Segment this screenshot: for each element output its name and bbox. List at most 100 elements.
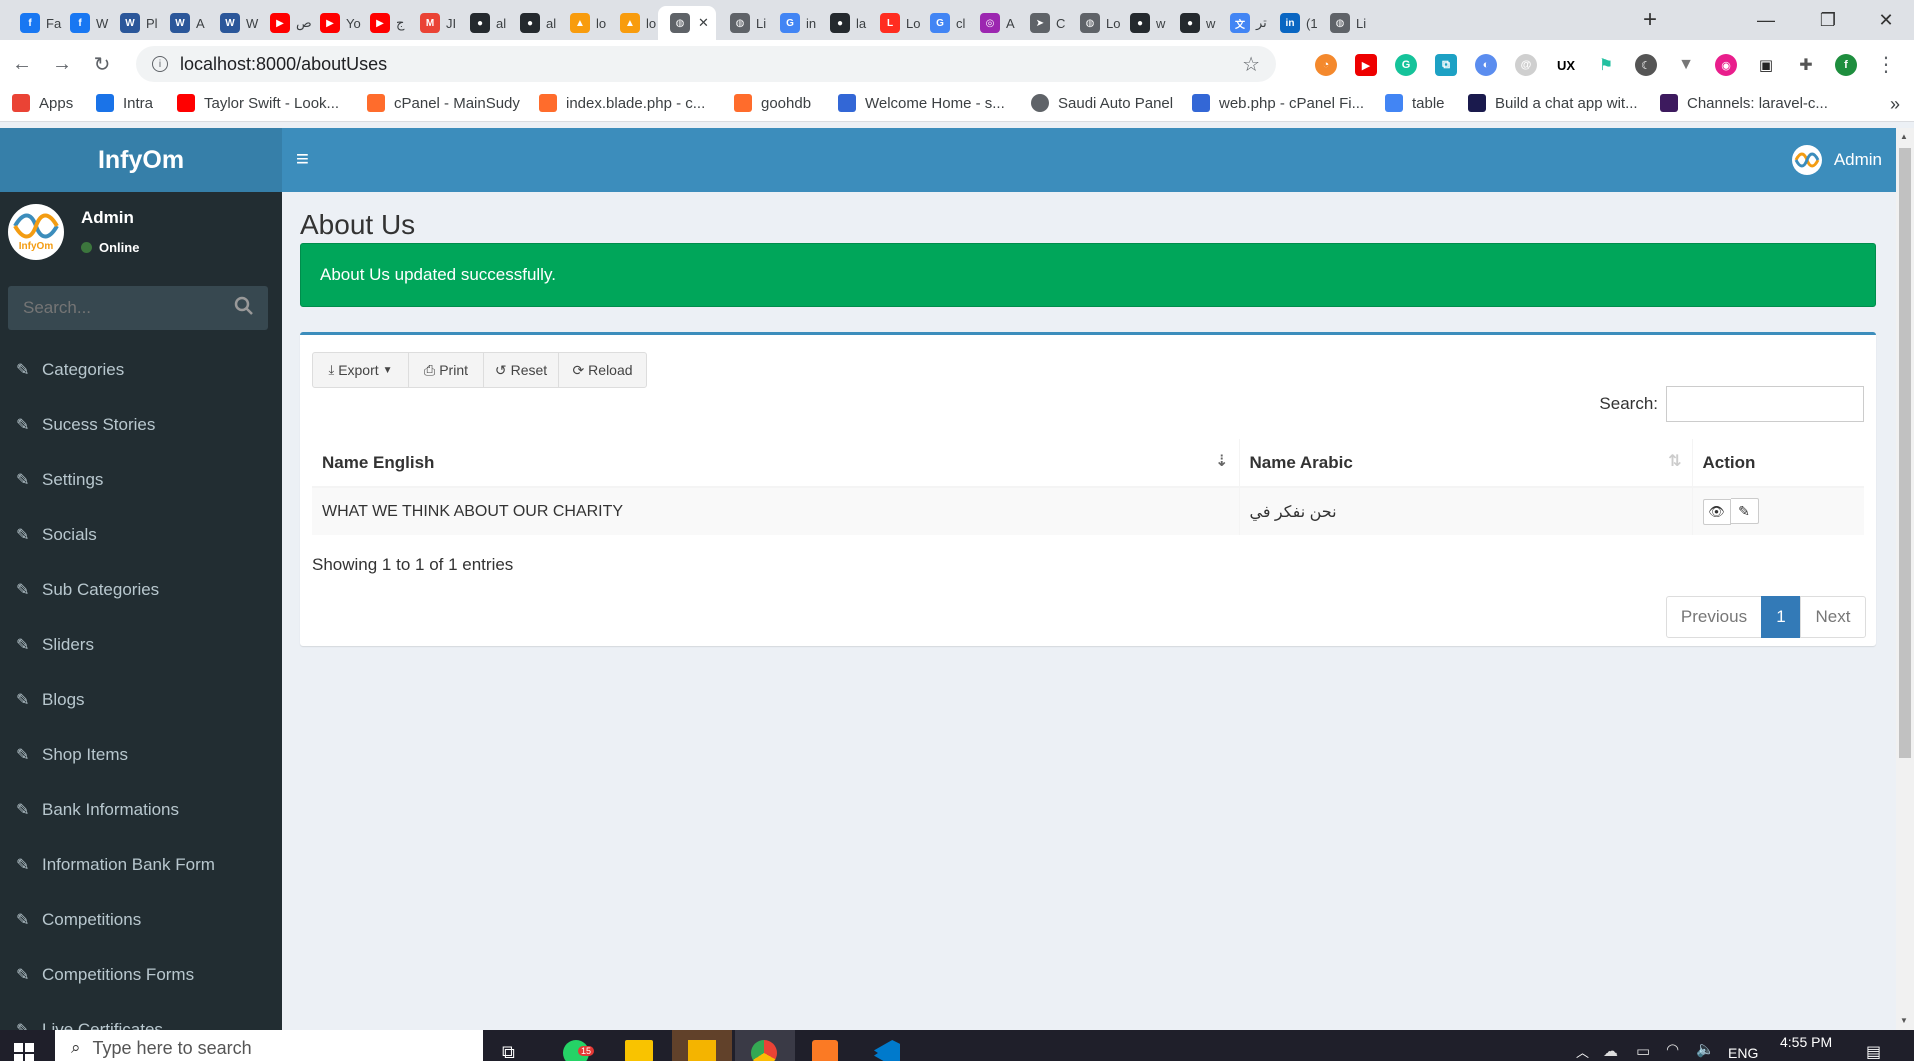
pip-icon[interactable]: ▣ [1755, 54, 1777, 76]
bookmark-item[interactable]: Taylor Swift - Look... [177, 94, 339, 112]
browser-tab[interactable]: f Fa [8, 6, 61, 40]
browser-tab[interactable]: ● w [1118, 6, 1168, 40]
extension-icon[interactable]: ◔ [1315, 54, 1337, 76]
browser-tab[interactable]: M JI [408, 6, 458, 40]
scroll-down-icon[interactable]: ▼ [1900, 1016, 1908, 1025]
sidebar-item-bank-informations[interactable]: ✎ Bank Informations [16, 795, 179, 825]
browser-tab[interactable]: Gcl [918, 6, 968, 40]
column-header-name-english[interactable]: Name English ⇣ [312, 439, 1239, 487]
reset-button[interactable]: ↺ Reset [483, 352, 559, 388]
bookmark-item[interactable]: Intra [96, 94, 153, 112]
page-scrollbar[interactable]: ▲ ▼ [1896, 128, 1914, 1030]
notifications-icon[interactable]: ▤ [1866, 1042, 1881, 1061]
extension-icon[interactable]: ◉ [1715, 54, 1737, 76]
vue-devtools-icon[interactable]: ▼ [1675, 54, 1697, 76]
cloud-icon[interactable]: ☁ [1603, 1042, 1618, 1060]
browser-tab[interactable]: ● la [818, 6, 868, 40]
xampp-icon[interactable] [812, 1040, 838, 1061]
wifi-icon[interactable]: ◠ [1666, 1040, 1679, 1058]
print-button[interactable]: ⎙ Print [408, 352, 484, 388]
scroll-up-icon[interactable]: ▲ [1900, 132, 1908, 141]
extension-icon[interactable]: ⚑ [1595, 54, 1617, 76]
bookmark-item[interactable]: Channels: laravel-c... [1660, 94, 1828, 112]
close-window-icon[interactable]: ✕ [1856, 0, 1914, 40]
sidebar-item-sucess-stories[interactable]: ✎ Sucess Stories [16, 410, 155, 440]
sidebar-item-shop-items[interactable]: ✎ Shop Items [16, 740, 128, 770]
extensions-puzzle-icon[interactable]: ✚ [1795, 54, 1817, 76]
dark-mode-icon[interactable]: ☾ [1635, 54, 1657, 76]
browser-tab[interactable]: ▶ ص [258, 6, 312, 40]
pagination-previous[interactable]: Previous [1666, 596, 1762, 638]
browser-tab[interactable]: 文 تر [1218, 6, 1268, 40]
browser-tab[interactable]: in (1 [1268, 6, 1318, 40]
browser-tab[interactable]: Gin [768, 6, 818, 40]
browser-tab[interactable]: ● al [458, 6, 508, 40]
sidebar-item-socials[interactable]: ✎ Socials [16, 520, 97, 550]
browser-tab[interactable]: ▲ lo [608, 6, 658, 40]
browser-tab[interactable]: fW [58, 6, 108, 40]
browser-tab[interactable]: ◍ Li [718, 6, 768, 40]
bookmark-item[interactable]: cPanel - MainSudy [367, 94, 520, 112]
sidebar-item-settings[interactable]: ✎ Settings [16, 465, 103, 495]
grammarly-icon[interactable]: G [1395, 54, 1417, 76]
battery-icon[interactable]: ▭ [1636, 1042, 1650, 1060]
profile-avatar[interactable]: f [1835, 54, 1857, 76]
back-icon[interactable]: ← [6, 48, 38, 80]
bookmark-item[interactable]: web.php - cPanel Fi... [1192, 94, 1364, 112]
bookmarks-overflow-icon[interactable]: » [1890, 94, 1900, 115]
browser-tab[interactable]: W Pl [108, 6, 158, 40]
minimize-icon[interactable]: — [1736, 0, 1796, 40]
extension-icon[interactable]: ◐ [1475, 54, 1497, 76]
sidebar-item-live-certificates[interactable]: ✎ Live Certificates [16, 1015, 163, 1030]
table-search-input[interactable] [1666, 386, 1864, 422]
extension-icon[interactable]: @ [1515, 54, 1537, 76]
reload-button[interactable]: ⟳ Reload [558, 352, 647, 388]
sidebar-item-sub-categories[interactable]: ✎ Sub Categories [16, 575, 159, 605]
sidebar-item-information-bank-form[interactable]: ✎ Information Bank Form [16, 850, 215, 880]
browser-tab[interactable]: ▶ Yo [308, 6, 361, 40]
sidebar-item-competitions-forms[interactable]: ✎ Competitions Forms [16, 960, 194, 990]
pagination-page-1[interactable]: 1 [1761, 596, 1801, 638]
volume-icon[interactable]: 🔈 [1696, 1040, 1715, 1058]
bookmark-item[interactable]: index.blade.php - c... [539, 94, 705, 112]
youtube-extension-icon[interactable]: ▶ [1355, 54, 1377, 76]
browser-tab[interactable]: ◍ ✕ [658, 6, 716, 40]
task-view-icon[interactable]: ⧉ [502, 1042, 515, 1061]
sidebar-search-input[interactable] [23, 298, 233, 318]
bookmark-item[interactable]: Apps [12, 94, 73, 112]
forward-icon[interactable]: → [46, 48, 78, 80]
browser-tab[interactable]: ◍ Lo [1068, 6, 1120, 40]
browser-tab[interactable]: ● w [1168, 6, 1218, 40]
extension-icon[interactable]: ⧉ [1435, 54, 1457, 76]
edit-button[interactable]: ✎ [1730, 498, 1759, 525]
clock-time[interactable]: 4:55 PM [1780, 1034, 1832, 1050]
export-button[interactable]: ⤓ Export ▼ [312, 352, 409, 388]
pagination-next[interactable]: Next [1800, 596, 1866, 638]
menu-kebab-icon[interactable]: ⋮ [1870, 48, 1902, 80]
scrollbar-thumb[interactable] [1899, 148, 1911, 758]
browser-tab[interactable]: ◎ A [968, 6, 1018, 40]
browser-tab[interactable]: WA [158, 6, 208, 40]
taskbar-search[interactable]: ⌕ Type here to search [55, 1030, 483, 1061]
bookmark-item[interactable]: Welcome Home - s... [838, 94, 1005, 112]
sidebar-item-categories[interactable]: ✎ Categories [16, 355, 124, 385]
windows-start-icon[interactable] [14, 1043, 34, 1061]
file-explorer-icon[interactable] [625, 1040, 653, 1061]
bookmark-item[interactable]: table [1385, 94, 1445, 112]
browser-tab[interactable]: WW [208, 6, 258, 40]
bookmark-star-icon[interactable]: ☆ [1242, 52, 1260, 77]
bookmark-item[interactable]: goohdb [734, 94, 811, 112]
sidebar-item-sliders[interactable]: ✎ Sliders [16, 630, 94, 660]
taskbar-chrome[interactable] [735, 1030, 795, 1061]
app-logo[interactable]: InfyOm [0, 128, 282, 192]
browser-tab[interactable]: ▶ ج [358, 6, 408, 40]
view-button[interactable]: 👁 [1702, 498, 1731, 525]
sidebar-item-blogs[interactable]: ✎ Blogs [16, 685, 85, 715]
close-tab-icon[interactable]: ✕ [698, 15, 709, 31]
restore-icon[interactable]: ❐ [1798, 0, 1858, 40]
tray-chevron-icon[interactable]: ︿ [1576, 1042, 1589, 1061]
language-indicator[interactable]: ENG [1728, 1045, 1758, 1061]
sidebar-item-competitions[interactable]: ✎ Competitions [16, 905, 141, 935]
address-bar[interactable]: i localhost:8000/aboutUses ☆ [136, 46, 1276, 82]
browser-tab[interactable]: L Lo [868, 6, 920, 40]
